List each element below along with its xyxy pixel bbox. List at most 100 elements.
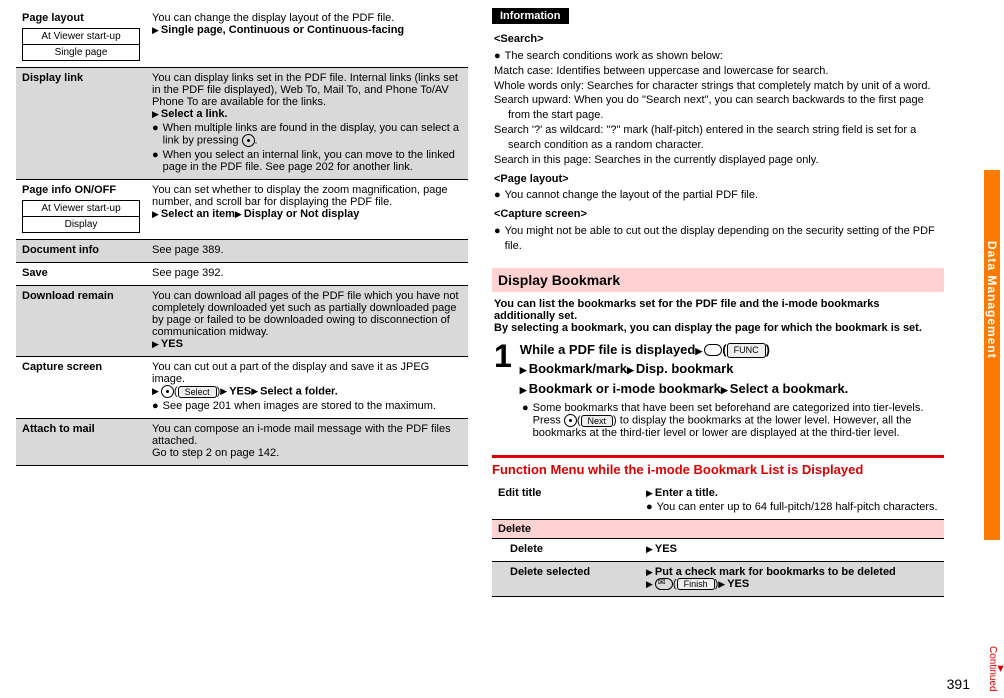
triangle-icon [220,385,229,397]
text-line: You can download all pages of the PDF fi… [152,290,462,338]
text-line: You can compose an i-mode mail message w… [152,423,462,447]
box-top: At Viewer start-up [23,201,139,216]
triangle-icon [152,108,161,120]
desc-delete-selected: Put a check mark for bookmarks to be del… [640,562,944,597]
label-save: Save [22,267,48,279]
label-document-info: Document info [22,244,99,256]
information-body: <Search> ●The search conditions work as … [492,24,944,258]
nav-key-icon [161,385,174,398]
triangle-icon [152,208,161,220]
page-number: 391 [947,676,970,692]
bold-text: YES [727,578,749,590]
text-line: Single page, Continuous or Continuous-fa… [152,24,462,36]
triangle-icon [152,338,161,350]
bullet-text: You cannot change the layout of the part… [505,188,758,203]
display-bookmark-body: You can list the bookmarks set for the P… [492,292,944,446]
info-line: Search upward: When you do "Search next"… [494,93,942,123]
bullet-text: Some bookmarks that have been set before… [533,402,942,439]
step-line: While a PDF file is displayed [520,342,696,357]
triangle-icon [235,208,244,220]
label-page-layout: Page layout [22,12,84,24]
bullet-text: You might not be able to cut out the dis… [505,224,942,254]
delete-header: Delete [492,520,944,539]
bullet-line: ●Some bookmarks that have been set befor… [522,402,942,439]
bullet-line: ●You can enter up to 64 full-pitch/128 h… [646,501,938,513]
label-download-remain: Download remain [22,290,114,302]
settings-table: Page layout At Viewer start-up Single pa… [16,8,468,466]
bullet-dot-icon: ● [494,188,501,203]
triangle-icon [646,578,655,590]
row-capture-screen: Capture screen You can cut out a part of… [16,357,468,419]
section-display-bookmark: Display Bookmark [492,268,944,292]
text-line: You can set whether to display the zoom … [152,184,462,208]
section-function-menu: Function Menu while the i-mode Bookmark … [492,455,944,477]
continued-indicator: Continued [978,646,998,692]
step-line: Select a bookmark. [730,381,849,396]
bullet-dot-icon: ● [646,501,653,513]
box-top: At Viewer start-up [23,29,139,44]
step-line: Disp. bookmark [636,361,734,376]
nav-key-icon [564,414,577,427]
function-menu-table: Edit title Enter a title. ●You can enter… [492,483,944,597]
label-delete: Delete [510,543,543,555]
bold-text: YES [655,543,677,555]
side-tab-label: Data Management [985,241,999,359]
bullet-text: The search conditions work as shown belo… [505,49,723,64]
label-edit-title: Edit title [498,487,541,499]
softkey-func-icon: FUNC [727,343,766,359]
row-page-layout: Page layout At Viewer start-up Single pa… [16,8,468,68]
step-line: Bookmark/mark [529,361,627,376]
box-bottom: Single page [23,44,139,60]
section-title: Display Bookmark [498,272,620,288]
info-pagelayout-header: <Page layout> [494,172,942,187]
function-menu-title: Function Menu while the i-mode Bookmark … [492,462,944,477]
bullet-line: ●When multiple links are found in the di… [152,122,462,147]
label-page-info: Page info ON/OFF [22,184,116,196]
row-delete-header: Delete [492,520,944,539]
triangle-icon [152,24,161,36]
bullet-dot-icon: ● [522,402,529,439]
row-document-info: Document info See page 389. [16,240,468,263]
desc-capture-screen: You can cut out a part of the display an… [146,357,468,419]
bold-text: Display or Not display [244,208,360,220]
row-delete: Delete YES [492,539,944,562]
mail-key-icon [655,578,673,590]
step-body: While a PDF file is displayed(FUNC) Book… [520,340,849,399]
info-line: Whole words only: Searches for character… [494,79,942,94]
label-delete-selected: Delete selected [510,566,590,578]
step-line: Bookmark or i-mode bookmark [529,381,721,396]
text-line: Enter a title. [646,487,938,499]
softkey-next-icon: Next [581,415,614,427]
bullet-dot-icon: ● [152,122,159,147]
row-attach-mail: Attach to mail You can compose an i-mode… [16,419,468,466]
row-download-remain: Download remain You can download all pag… [16,286,468,357]
text-line: You can cut out a part of the display an… [152,361,462,385]
bold-text: YES [229,385,251,397]
row-display-link: Display link You can display links set i… [16,68,468,180]
row-save: Save See page 392. [16,263,468,286]
bold-text: YES [161,338,183,350]
info-line: Search '?' as wildcard: "?" mark (half-p… [494,123,942,153]
triangle-icon [718,578,727,590]
default-box-page-info: At Viewer start-up Display [22,200,140,233]
row-page-info: Page info ON/OFF At Viewer start-up Disp… [16,180,468,240]
bullet-dot-icon: ● [494,49,501,64]
body-text: You can list the bookmarks set for the P… [494,298,942,322]
bullet-dot-icon: ● [152,149,159,173]
desc-attach-mail: You can compose an i-mode mail message w… [146,419,468,466]
bullet-dot-icon: ● [494,224,501,254]
triangle-icon [646,566,655,578]
softkey-select-icon: Select [178,386,217,398]
step-block: 1 While a PDF file is displayed(FUNC) Bo… [494,340,942,399]
desc-page-layout: You can change the display layout of the… [146,8,468,68]
step-number: 1 [494,340,512,399]
text-line: Select a link. [152,108,462,120]
bullet-dot-icon: ● [152,400,159,412]
triangle-icon [251,385,260,397]
label-capture-screen: Capture screen [22,361,102,373]
bullet-text: See page 201 when images are stored to t… [163,400,436,412]
text-line: Put a check mark for bookmarks to be del… [646,566,938,578]
bullet-text: When multiple links are found in the dis… [163,122,462,147]
label-attach-mail: Attach to mail [22,423,95,435]
row-edit-title: Edit title Enter a title. ●You can enter… [492,483,944,520]
